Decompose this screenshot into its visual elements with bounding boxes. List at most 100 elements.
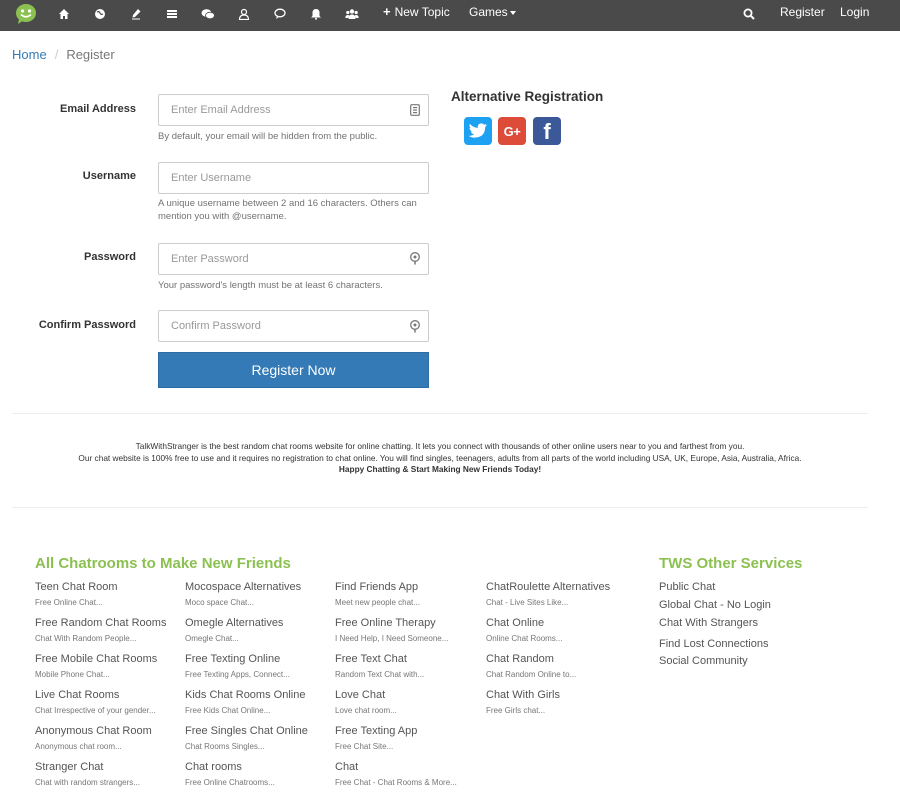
chatroom-link[interactable]: Free Random Chat Rooms	[35, 616, 185, 630]
service-link[interactable]: Public Chat	[659, 580, 715, 594]
service-link[interactable]: Global Chat - No Login	[659, 598, 771, 612]
chatroom-link[interactable]: Chat Random	[486, 652, 636, 666]
chatroom-link[interactable]: Free Online Therapy	[335, 616, 485, 630]
chatroom-link[interactable]: Free Texting App	[335, 724, 485, 738]
pen-icon[interactable]	[128, 6, 144, 22]
username-help-text: A unique username between 2 and 16 chara…	[158, 198, 417, 222]
search-icon[interactable]	[741, 6, 757, 22]
password-help-text: Your password's length must be at least …	[158, 280, 383, 291]
chatroom-description: Online Chat Rooms...	[486, 634, 563, 643]
chatroom-link[interactable]: Free Texting Online	[185, 652, 335, 666]
twitter-icon[interactable]	[464, 117, 492, 145]
chatroom-link[interactable]: Live Chat Rooms	[35, 688, 185, 702]
breadcrumb-separator: /	[54, 47, 59, 62]
chatroom-link[interactable]: Teen Chat Room	[35, 580, 185, 594]
chatroom-link[interactable]: ChatRoulette Alternatives	[486, 580, 636, 594]
chatroom-item: Teen Chat Room Free Online Chat...	[35, 580, 185, 608]
globe-icon[interactable]	[92, 6, 108, 22]
service-link[interactable]: Chat With Strangers	[659, 616, 758, 630]
chatroom-description: Chat Random Online to...	[486, 670, 577, 679]
chatroom-item: Free Singles Chat Online Chat Rooms Singl…	[185, 724, 335, 752]
chatroom-item: Stranger Chat Chat with random strangers.…	[35, 760, 185, 788]
chatrooms-title: All Chatrooms to Make New Friends	[35, 555, 291, 572]
chatroom-description: Free Online Chatrooms...	[185, 778, 275, 787]
chatroom-description: Omegle Chat...	[185, 634, 239, 643]
chatroom-item: Free Online Therapy I Need Help, I Need S…	[335, 616, 485, 644]
breadcrumb: Home / Register	[12, 47, 115, 63]
chatroom-description: Free Chat Site...	[335, 742, 394, 751]
confirm-password-field[interactable]	[158, 310, 429, 342]
chatroom-description: Chat Irrespective of your gender...	[35, 706, 156, 715]
chatroom-link[interactable]: Mocospace Alternatives	[185, 580, 335, 594]
chatroom-link[interactable]: Chat	[335, 760, 485, 774]
chatroom-item: Chat Free Chat - Chat Rooms & More...	[335, 760, 485, 788]
chatroom-link[interactable]: Chat rooms	[185, 760, 335, 774]
register-now-button[interactable]: Register Now	[158, 352, 429, 388]
comment-icon[interactable]	[272, 6, 288, 22]
users-icon[interactable]	[344, 6, 360, 22]
chatroom-link[interactable]: Free Text Chat	[335, 652, 485, 666]
chatroom-description: Mobile Phone Chat...	[35, 670, 110, 679]
service-link[interactable]: Social Community	[659, 654, 748, 668]
chatroom-item: ChatRoulette Alternatives Chat - Live Sit…	[486, 580, 636, 608]
username-field[interactable]	[158, 162, 429, 194]
chatroom-link[interactable]: Kids Chat Rooms Online	[185, 688, 335, 702]
chatroom-link[interactable]: Stranger Chat	[35, 760, 185, 774]
chatroom-item: Chat With Girls Free Girls chat...	[486, 688, 636, 716]
chatroom-item: Chat Random Chat Random Online to...	[486, 652, 636, 680]
chatroom-link[interactable]: Free Singles Chat Online	[185, 724, 335, 738]
games-dropdown[interactable]: Games	[469, 5, 516, 19]
services-title: TWS Other Services	[659, 555, 803, 572]
login-link[interactable]: Login	[840, 5, 869, 19]
chatroom-item: Mocospace Alternatives Moco space Chat...	[185, 580, 335, 608]
alt-registration-title: Alternative Registration	[451, 89, 604, 104]
key-icon	[408, 251, 422, 265]
chatroom-description: Free Chat - Chat Rooms & More...	[335, 778, 457, 787]
home-icon[interactable]	[56, 6, 72, 22]
chatroom-description: Love chat room...	[335, 706, 397, 715]
chatroom-link[interactable]: Chat With Girls	[486, 688, 636, 702]
chatroom-link[interactable]: Love Chat	[335, 688, 485, 702]
chatroom-link[interactable]: Find Friends App	[335, 580, 485, 594]
list-icon[interactable]	[164, 6, 180, 22]
chatroom-item: Free Text Chat Random Text Chat with...	[335, 652, 485, 680]
chatroom-description: Chat With Random People...	[35, 634, 137, 643]
new-topic-label: New Topic	[394, 5, 450, 19]
chatroom-link[interactable]: Chat Online	[486, 616, 636, 630]
chatroom-link[interactable]: Free Mobile Chat Rooms	[35, 652, 185, 666]
smiley-chat-logo-icon[interactable]	[15, 3, 37, 25]
chatroom-description: Chat Rooms Singles...	[185, 742, 265, 751]
service-link[interactable]: Find Lost Connections	[659, 637, 768, 651]
register-link[interactable]: Register	[780, 5, 825, 19]
about-tagline: Happy Chatting & Start Making New Friend…	[338, 464, 542, 474]
section-divider	[12, 413, 868, 414]
email-field[interactable]	[158, 94, 429, 126]
chatroom-item: Omegle Alternatives Omegle Chat...	[185, 616, 335, 644]
bell-icon[interactable]	[308, 6, 324, 22]
key-icon	[408, 319, 422, 333]
chatroom-item: Kids Chat Rooms Online Free Kids Chat Onl…	[185, 688, 335, 716]
chatroom-description: Free Girls chat...	[486, 706, 546, 715]
new-topic-button[interactable]: + New Topic	[383, 5, 450, 20]
chat-bubbles-icon[interactable]	[200, 6, 216, 22]
password-label: Password	[84, 251, 136, 263]
chatroom-description: Chat with random strangers...	[35, 778, 140, 787]
chatroom-link[interactable]: Omegle Alternatives	[185, 616, 335, 630]
user-icon[interactable]	[236, 6, 252, 22]
chatroom-item: Free Random Chat Rooms Chat With Random P…	[35, 616, 185, 644]
breadcrumb-home[interactable]: Home	[12, 47, 47, 62]
google-plus-icon[interactable]: G+	[498, 117, 526, 145]
password-field[interactable]	[158, 243, 429, 275]
about-line-1: TalkWithStranger is the best random chat…	[135, 441, 745, 451]
chatroom-item: Free Texting Online Free Texting Apps, Co…	[185, 652, 335, 680]
chatroom-description: Free Texting Apps, Connect...	[185, 670, 290, 679]
chatroom-item: Live Chat Rooms Chat Irrespective of your…	[35, 688, 185, 716]
email-help-text: By default, your email will be hidden fr…	[158, 131, 378, 142]
caret-down-icon	[509, 10, 516, 15]
chatroom-item: Anonymous Chat Room Anonymous chat room..…	[35, 724, 185, 752]
chatroom-description: Free Kids Chat Online...	[185, 706, 271, 715]
chatroom-link[interactable]: Anonymous Chat Room	[35, 724, 185, 738]
chatroom-item: Chat rooms Free Online Chatrooms...	[185, 760, 335, 788]
facebook-icon[interactable]: f	[533, 117, 561, 145]
email-label: Email Address	[59, 103, 136, 115]
